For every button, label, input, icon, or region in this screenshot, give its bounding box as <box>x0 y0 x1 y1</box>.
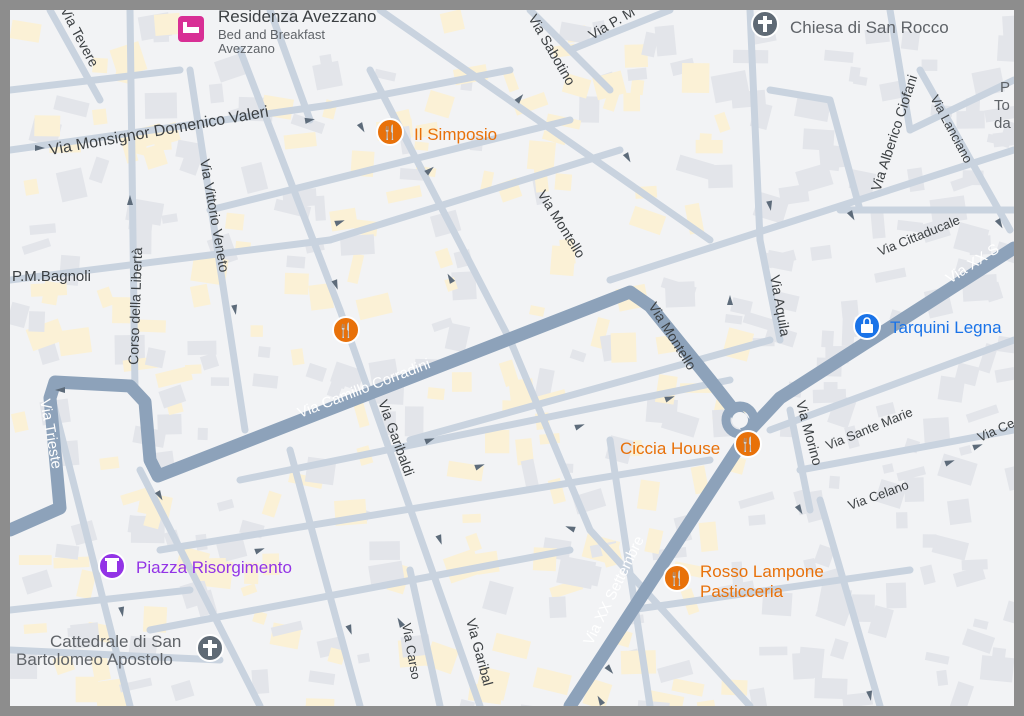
building-footprint <box>99 456 120 471</box>
building-footprint <box>848 66 861 83</box>
building-footprint <box>956 110 985 129</box>
roundabout-center <box>732 412 748 428</box>
screenshot-frame: Via Tevere Via Monsignor Domenico Valeri… <box>0 0 1024 716</box>
building-footprint <box>748 514 766 526</box>
building-footprint <box>870 210 886 239</box>
building-footprint <box>841 316 855 347</box>
map-canvas[interactable]: Via Tevere Via Monsignor Domenico Valeri… <box>10 10 1014 706</box>
place-category: Bed and Breakfast <box>218 27 325 42</box>
building-footprint <box>404 406 424 437</box>
building-footprint <box>290 348 305 366</box>
building-footprint <box>314 195 326 221</box>
building-footprint <box>548 596 567 619</box>
building-footprint <box>840 299 859 319</box>
building-footprint <box>623 92 641 112</box>
building-footprint <box>284 272 309 295</box>
place-name-line2: Bartolomeo Apostolo <box>16 650 173 669</box>
edge-label: da <box>994 115 1011 132</box>
building-footprint <box>936 669 949 686</box>
building-footprint <box>153 12 182 37</box>
building-footprint <box>698 521 719 552</box>
building-footprint <box>921 59 938 72</box>
place-name: Chiesa di San Rocco <box>790 18 949 37</box>
building-footprint <box>18 555 52 566</box>
building-footprint <box>961 559 988 571</box>
place-name: Il Simposio <box>414 125 497 144</box>
building-footprint <box>57 327 93 357</box>
place-name: Rosso Lampone <box>700 562 824 581</box>
street-label: P.M.Bagnoli <box>12 268 91 285</box>
building-footprint <box>250 325 263 337</box>
building-footprint <box>484 429 510 454</box>
building-footprint <box>154 141 172 151</box>
building-footprint <box>55 543 80 560</box>
building-footprint <box>526 140 556 172</box>
building-footprint <box>578 96 600 123</box>
svg-text:🍴: 🍴 <box>381 124 398 141</box>
building-footprint <box>636 479 661 511</box>
building-footprint <box>369 541 401 561</box>
building-footprint <box>286 255 306 269</box>
building-footprint <box>28 311 46 332</box>
building-footprint <box>823 382 838 395</box>
place-name: Ciccia House <box>620 439 720 458</box>
building-footprint <box>23 623 48 634</box>
place-category: Pasticceria <box>700 582 784 601</box>
building-footprint <box>810 244 832 261</box>
building-footprint <box>305 698 335 706</box>
building-footprint <box>225 212 245 231</box>
svg-text:🍴: 🍴 <box>739 436 756 453</box>
map-view[interactable]: Via Tevere Via Monsignor Domenico Valeri… <box>10 10 1014 706</box>
building-footprint <box>92 108 108 126</box>
svg-text:🍴: 🍴 <box>668 570 685 587</box>
building-footprint <box>144 347 166 369</box>
building-footprint <box>610 332 637 363</box>
building-footprint <box>681 63 710 93</box>
building-footprint <box>312 60 343 91</box>
building-footprint <box>184 364 202 375</box>
building-footprint <box>187 340 217 356</box>
building-footprint <box>996 35 1014 63</box>
building-footprint <box>34 115 61 137</box>
building-footprint <box>554 173 573 191</box>
building-footprint <box>630 79 645 96</box>
building-footprint <box>144 92 178 119</box>
building-footprint <box>197 427 208 441</box>
building-footprint <box>792 652 814 680</box>
place-name: Residenza Avezzano <box>218 10 376 26</box>
building-footprint <box>329 207 359 232</box>
building-footprint <box>627 67 648 81</box>
building-footprint <box>821 330 834 348</box>
building-footprint <box>23 178 40 196</box>
building-footprint <box>895 512 908 529</box>
place-locality: Avezzano <box>218 41 275 56</box>
place-name: Piazza Risorgimento <box>136 558 292 577</box>
building-footprint <box>922 534 937 548</box>
building-footprint <box>451 372 472 392</box>
place-name: Tarquini Legna <box>890 318 1002 337</box>
building-footprint <box>620 650 657 675</box>
building-footprint <box>707 164 733 189</box>
edge-label: P <box>1000 79 1010 96</box>
building-footprint <box>654 25 677 57</box>
building-footprint <box>75 676 99 703</box>
building-footprint <box>885 582 907 609</box>
building-footprint <box>462 513 481 524</box>
building-footprint <box>208 83 225 104</box>
place-restaurant-unnamed[interactable]: 🍴 <box>332 316 360 344</box>
building-footprint <box>210 377 230 386</box>
building-footprint <box>814 677 848 700</box>
building-footprint <box>759 646 788 656</box>
building-footprint <box>257 346 271 359</box>
building-footprint <box>427 387 445 401</box>
place-name: Cattedrale di San <box>50 632 181 651</box>
building-footprint <box>828 475 840 490</box>
building-footprint <box>947 498 972 526</box>
building-footprint <box>695 139 723 154</box>
edge-label: To <box>994 97 1010 114</box>
building-footprint <box>731 89 767 109</box>
svg-text:🍴: 🍴 <box>337 322 354 339</box>
